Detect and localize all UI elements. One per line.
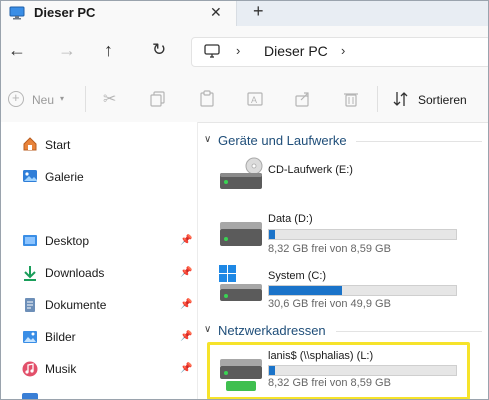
group-header-network[interactable]: Netzwerkadressen xyxy=(218,323,326,338)
navigation-pane xyxy=(0,122,198,400)
sidebar-item-bilder[interactable]: Bilder xyxy=(45,330,76,344)
svg-text:A: A xyxy=(251,95,257,105)
rename-icon[interactable]: A xyxy=(246,90,264,108)
pin-icon: 📌 xyxy=(180,267,193,278)
usage-fill-data xyxy=(269,230,275,239)
new-tab-icon[interactable]: + xyxy=(253,1,264,22)
copy-icon[interactable] xyxy=(149,90,167,108)
computer-icon xyxy=(9,6,25,20)
group-divider-2 xyxy=(336,331,482,332)
sort-icon xyxy=(393,92,408,106)
usage-bar-system xyxy=(268,285,457,296)
plus-icon: + xyxy=(12,90,20,105)
desktop-folder-icon xyxy=(22,233,38,254)
hard-drive-icon xyxy=(218,218,264,253)
videos-icon xyxy=(22,393,38,400)
gallery-icon xyxy=(22,168,38,189)
drive-name-data[interactable]: Data (D:) xyxy=(268,213,313,225)
drive-name-cd[interactable]: CD-Laufwerk (E:) xyxy=(268,164,353,176)
cd-drive-icon xyxy=(218,157,264,196)
cut-icon[interactable]: ✂ xyxy=(103,89,116,109)
pictures-icon xyxy=(22,329,38,350)
sidebar-item-desktop[interactable]: Desktop xyxy=(45,234,89,248)
command-bar xyxy=(0,76,489,123)
drive-name-system[interactable]: System (C:) xyxy=(268,270,326,282)
back-arrow-icon[interactable]: ← xyxy=(8,41,26,59)
chevron-down-icon: ▾ xyxy=(60,94,65,103)
refresh-icon[interactable]: ↻ xyxy=(152,41,166,59)
highlight-box xyxy=(207,342,470,400)
sidebar-item-galerie[interactable]: Galerie xyxy=(45,170,84,184)
sidebar-item-dokumente[interactable]: Dokumente xyxy=(45,298,106,312)
sidebar-item-start[interactable]: Start xyxy=(45,138,70,152)
free-space-system: 30,6 GB frei von 49,9 GB xyxy=(268,298,391,310)
pin-icon: 📌 xyxy=(180,363,193,374)
pin-icon: 📌 xyxy=(180,331,193,342)
tab-title: Dieser PC xyxy=(34,5,96,20)
sidebar-item-downloads[interactable]: Downloads xyxy=(45,266,104,280)
collapse-chevron-icon[interactable]: ∨ xyxy=(204,134,211,145)
breadcrumb-chevron-icon-2[interactable]: › xyxy=(341,43,345,58)
windows-drive-icon xyxy=(218,264,264,307)
documents-icon xyxy=(22,297,38,318)
usage-fill-system xyxy=(269,286,342,295)
share-icon[interactable] xyxy=(294,90,312,108)
usage-bar-data xyxy=(268,229,457,240)
up-arrow-icon[interactable]: ↑ xyxy=(104,41,113,59)
forward-arrow-icon[interactable]: → xyxy=(58,41,76,59)
breadcrumb-chevron-icon[interactable]: › xyxy=(236,43,240,58)
delete-icon[interactable] xyxy=(342,90,360,108)
new-button[interactable]: Neu xyxy=(32,93,54,107)
home-icon xyxy=(22,136,38,157)
monitor-icon xyxy=(204,44,220,58)
paste-icon[interactable] xyxy=(198,90,216,108)
breadcrumb-current[interactable]: Dieser PC xyxy=(264,43,328,59)
group-divider xyxy=(356,141,482,142)
free-space-data: 8,32 GB frei von 8,59 GB xyxy=(268,243,391,255)
sort-button[interactable]: Sortieren xyxy=(418,93,467,107)
toolbar-separator xyxy=(85,86,86,112)
pin-icon: 📌 xyxy=(180,235,193,246)
music-icon xyxy=(22,361,38,382)
toolbar-separator-2 xyxy=(377,86,378,112)
group-header-devices[interactable]: Geräte und Laufwerke xyxy=(218,133,347,148)
sidebar-item-musik[interactable]: Musik xyxy=(45,362,76,376)
download-icon xyxy=(22,265,38,286)
pin-icon: 📌 xyxy=(180,299,193,310)
collapse-chevron-icon-2[interactable]: ∨ xyxy=(204,324,211,335)
close-tab-icon[interactable]: ✕ xyxy=(210,4,222,21)
